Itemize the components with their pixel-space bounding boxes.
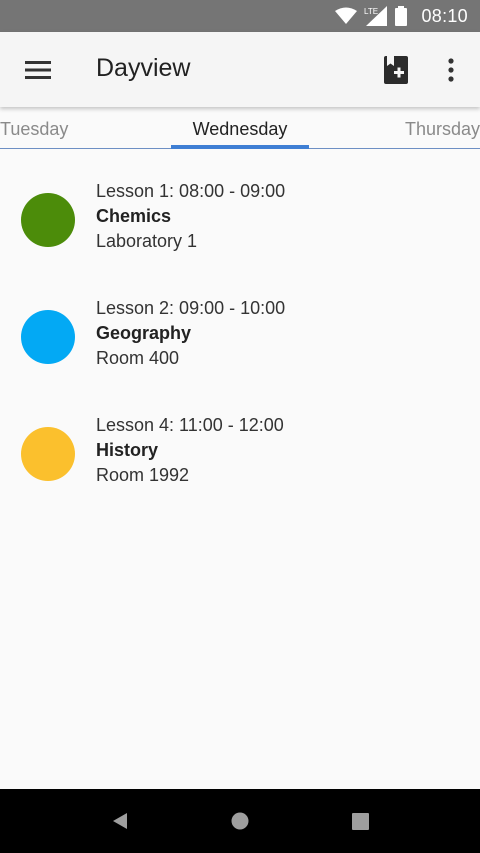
lesson-item[interactable]: Lesson 4: 11:00 - 12:00 History Room 199… [0, 415, 480, 515]
tab-thursday[interactable]: Thursday [405, 119, 480, 140]
menu-icon [25, 61, 51, 79]
lesson-item[interactable]: Lesson 1: 08:00 - 09:00 Chemics Laborato… [0, 181, 480, 281]
home-button[interactable] [220, 801, 260, 841]
lesson-subject: Chemics [96, 206, 172, 226]
lesson-subject: Geography [96, 323, 192, 343]
back-icon [113, 813, 127, 829]
tab-wednesday[interactable]: Wednesday [171, 119, 309, 140]
lesson-room: Room 1992 [96, 465, 190, 485]
back-button[interactable] [100, 801, 140, 841]
more-options-button[interactable] [427, 46, 475, 94]
menu-button[interactable] [14, 46, 62, 94]
add-lesson-button[interactable] [372, 46, 420, 94]
status-icons: LTE 08:10 [335, 0, 468, 32]
more-vert-icon [448, 58, 454, 82]
lesson-room: Laboratory 1 [96, 231, 198, 251]
lesson-room: Room 400 [96, 348, 180, 368]
lte-signal-icon: LTE [364, 6, 388, 26]
network-label: LTE [364, 7, 378, 16]
lesson-color-dot [21, 310, 75, 364]
lesson-time: Lesson 2: 09:00 - 10:00 [96, 298, 286, 318]
battery-icon [395, 6, 408, 26]
lesson-color-dot [21, 427, 75, 481]
recents-button[interactable] [340, 801, 380, 841]
add-lesson-icon [384, 56, 408, 84]
status-bar: LTE 08:10 [0, 0, 480, 32]
lesson-item[interactable]: Lesson 2: 09:00 - 10:00 Geography Room 4… [0, 298, 480, 398]
tab-tuesday[interactable]: Tuesday [0, 119, 68, 140]
home-icon [231, 812, 249, 830]
wifi-icon [335, 7, 358, 24]
status-clock: 08:10 [421, 5, 468, 26]
lesson-time: Lesson 1: 08:00 - 09:00 [96, 181, 286, 201]
page-title: Dayview [96, 54, 191, 82]
lesson-color-dot [21, 193, 75, 247]
recents-icon [351, 812, 369, 830]
lesson-subject: History [96, 440, 159, 460]
lesson-time: Lesson 4: 11:00 - 12:00 [96, 415, 284, 435]
app-bar: Dayview [0, 32, 480, 107]
system-nav-bar [0, 789, 480, 853]
day-tabs: Tuesday Wednesday Thursday [0, 107, 480, 149]
tab-indicator [171, 145, 309, 149]
